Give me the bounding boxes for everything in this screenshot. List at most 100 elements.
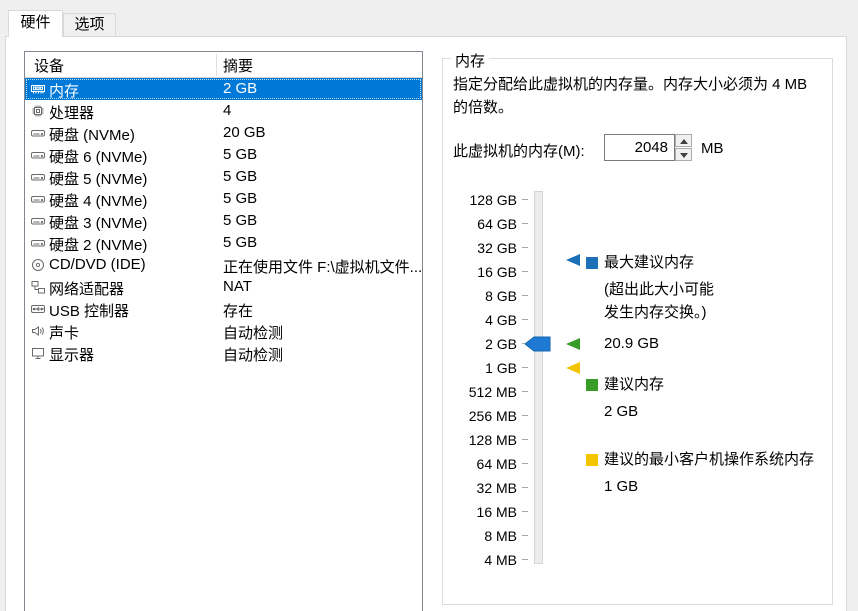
device-summary: 5 GB [223,190,257,207]
memory-slider-track[interactable] [534,191,543,564]
device-label: 网络适配器 [49,278,124,299]
scale-label: 64 MB [443,455,517,473]
scale-label: 4 MB [443,551,517,569]
disk-icon [31,236,45,250]
max-memory-note-line2: 发生内存交换。) [604,304,707,322]
device-label: 硬盘 2 (NVMe) [49,234,147,255]
device-row-sound-card[interactable]: 声卡 自动检测 [25,320,422,342]
scale-label: 8 MB [443,527,517,545]
device-label: 硬盘 (NVMe) [49,124,135,145]
device-label: 声卡 [49,322,79,343]
device-summary: 20 GB [223,124,266,141]
max-memory-marker-icon [566,254,580,266]
display-icon [31,346,45,360]
scale-label: 4 GB [443,311,517,329]
device-summary: 5 GB [223,234,257,251]
minimum-memory-value: 1 GB [604,478,638,496]
memory-size-input[interactable] [604,134,675,161]
device-row-memory[interactable]: 内存 2 GB [25,78,422,100]
device-summary: 2 GB [223,80,257,97]
minimum-memory-label: 建议的最小客户机操作系统内存 [604,451,814,469]
device-row-disk-3[interactable]: 硬盘 3 (NVMe) 5 GB [25,210,422,232]
tab-hardware[interactable]: 硬件 [8,10,63,37]
hardware-tab-page: 设备 摘要 内存 2 GB 处理器 4 硬盘 (NVMe) 20 GB 硬盘 6… [5,36,847,611]
scale-label: 1 GB [443,359,517,377]
device-summary: 自动检测 [223,344,283,365]
device-summary: 自动检测 [223,322,283,343]
device-label: USB 控制器 [49,300,129,321]
memory-size-stepper [675,134,692,161]
max-memory-note-line1: (超出此大小可能 [604,281,714,299]
device-summary: 5 GB [223,168,257,185]
spin-up-button[interactable] [675,134,692,147]
scale-label: 2 GB [443,335,517,353]
disk-icon [31,126,45,140]
disk-icon [31,148,45,162]
memory-icon [31,82,45,96]
memory-size-label: 此虚拟机的内存(M): [453,140,585,161]
device-row-disk-5[interactable]: 硬盘 5 (NVMe) 5 GB [25,166,422,188]
spin-down-button[interactable] [675,148,692,161]
disk-icon [31,192,45,206]
column-header-device[interactable]: 设备 [34,55,64,76]
memory-unit-label: MB [701,140,724,157]
memory-slider-handle[interactable] [525,336,551,352]
device-list: 设备 摘要 内存 2 GB 处理器 4 硬盘 (NVMe) 20 GB 硬盘 6… [24,51,423,611]
scale-label: 16 GB [443,263,517,281]
scale-ticks [522,199,528,561]
device-row-processor[interactable]: 处理器 4 [25,100,422,122]
column-header-summary[interactable]: 摘要 [223,55,253,76]
device-row-disk-6[interactable]: 硬盘 6 (NVMe) 5 GB [25,144,422,166]
recommended-memory-legend-swatch [586,379,598,391]
scale-label: 32 MB [443,479,517,497]
device-row-disk-2[interactable]: 硬盘 2 (NVMe) 5 GB [25,232,422,254]
scale-label: 16 MB [443,503,517,521]
scale-label: 512 MB [443,383,517,401]
network-icon [31,280,45,294]
max-memory-label: 最大建议内存 [604,254,694,272]
scale-label: 128 GB [443,191,517,209]
sound-icon [31,324,45,338]
device-label: 内存 [49,80,79,101]
disk-icon [31,170,45,184]
device-list-header: 设备 摘要 [25,52,422,78]
scale-label: 256 MB [443,407,517,425]
device-summary: 正在使用文件 F:\虚拟机文件... [223,256,422,277]
column-divider[interactable] [216,54,217,76]
device-summary: NAT [223,278,252,295]
recommended-memory-label: 建议内存 [604,376,664,394]
minimum-memory-legend-swatch [586,454,598,466]
device-label: 处理器 [49,102,94,123]
recommended-memory-marker-icon [566,338,580,350]
device-label: 硬盘 6 (NVMe) [49,146,147,167]
device-row-display[interactable]: 显示器 自动检测 [25,342,422,364]
arrow-up-icon [680,139,688,144]
cpu-icon [31,104,45,118]
device-label: 硬盘 4 (NVMe) [49,190,147,211]
memory-groupbox: 内存 指定分配给此虚拟机的内存量。内存大小必须为 4 MB 的倍数。 此虚拟机的… [442,58,833,605]
device-summary: 存在 [223,300,253,321]
usb-icon [31,302,45,316]
minimum-memory-marker-icon [566,362,580,374]
max-memory-legend-swatch [586,257,598,269]
groupbox-title: 内存 [451,50,489,71]
scale-label: 128 MB [443,431,517,449]
device-label: 硬盘 5 (NVMe) [49,168,147,189]
scale-label: 32 GB [443,239,517,257]
device-label: CD/DVD (IDE) [49,256,146,273]
device-row-cd-dvd[interactable]: CD/DVD (IDE) 正在使用文件 F:\虚拟机文件... [25,254,422,276]
max-memory-value: 20.9 GB [604,335,659,353]
device-row-network-adapter[interactable]: 网络适配器 NAT [25,276,422,298]
device-label: 硬盘 3 (NVMe) [49,212,147,233]
tab-options[interactable]: 选项 [63,13,116,36]
disk-icon [31,214,45,228]
memory-description-line2: 的倍数。 [453,96,513,117]
device-row-usb-controller[interactable]: USB 控制器 存在 [25,298,422,320]
recommended-memory-value: 2 GB [604,403,638,421]
scale-label: 8 GB [443,287,517,305]
cd-icon [31,258,45,272]
device-row-disk-4[interactable]: 硬盘 4 (NVMe) 5 GB [25,188,422,210]
arrow-down-icon [680,153,688,158]
device-row-disk-main[interactable]: 硬盘 (NVMe) 20 GB [25,122,422,144]
device-summary: 5 GB [223,212,257,229]
